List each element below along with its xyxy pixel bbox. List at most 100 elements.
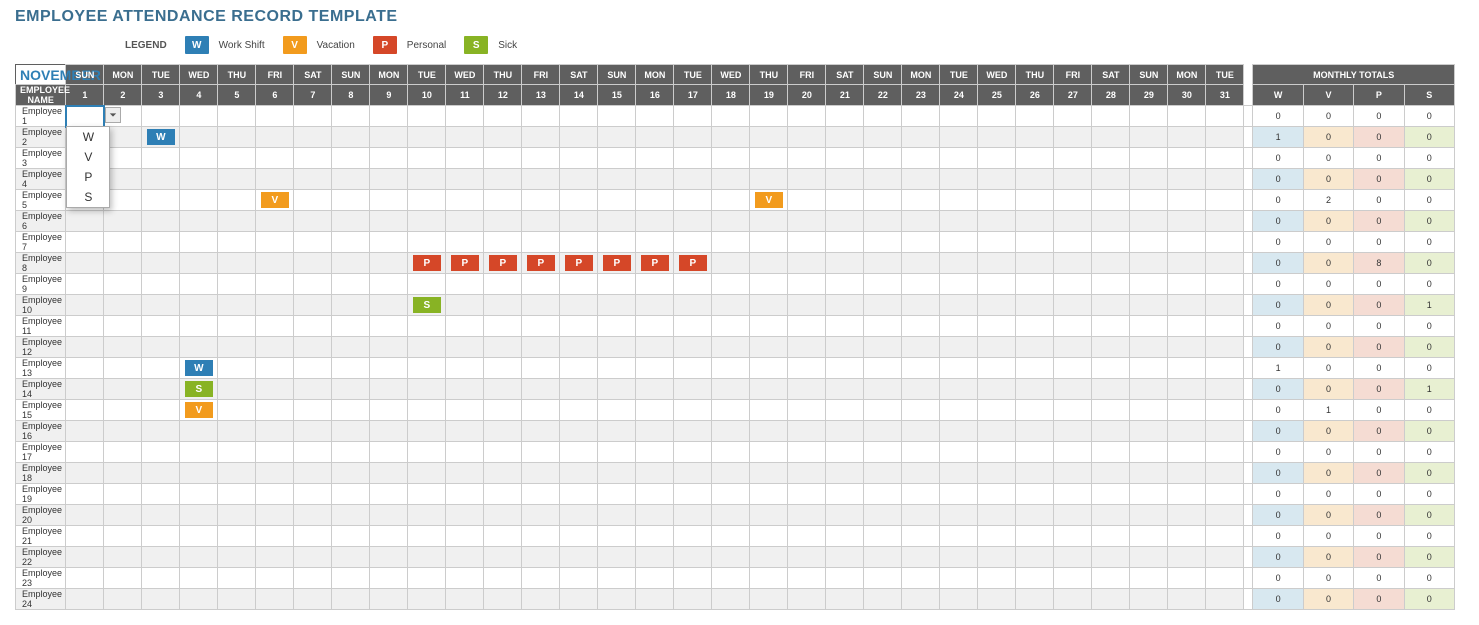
attendance-cell[interactable] bbox=[864, 547, 902, 568]
attendance-cell[interactable]: W bbox=[180, 358, 218, 379]
attendance-cell[interactable] bbox=[446, 463, 484, 484]
attendance-cell[interactable] bbox=[332, 106, 370, 127]
attendance-cell[interactable] bbox=[408, 463, 446, 484]
attendance-cell[interactable] bbox=[180, 106, 218, 127]
attendance-cell[interactable] bbox=[294, 295, 332, 316]
attendance-cell[interactable] bbox=[674, 358, 712, 379]
attendance-cell[interactable] bbox=[294, 337, 332, 358]
attendance-cell[interactable] bbox=[712, 253, 750, 274]
attendance-cell[interactable] bbox=[1054, 547, 1092, 568]
attendance-cell[interactable] bbox=[826, 526, 864, 547]
attendance-cell[interactable] bbox=[636, 568, 674, 589]
attendance-cell[interactable] bbox=[674, 568, 712, 589]
attendance-cell[interactable] bbox=[674, 316, 712, 337]
attendance-cell[interactable] bbox=[408, 421, 446, 442]
attendance-cell[interactable] bbox=[598, 421, 636, 442]
attendance-cell[interactable] bbox=[446, 190, 484, 211]
attendance-cell[interactable] bbox=[294, 148, 332, 169]
attendance-cell[interactable]: V bbox=[256, 190, 294, 211]
attendance-cell[interactable] bbox=[1206, 421, 1244, 442]
attendance-cell[interactable] bbox=[370, 106, 408, 127]
attendance-cell[interactable] bbox=[788, 589, 826, 610]
attendance-cell[interactable] bbox=[484, 106, 522, 127]
attendance-cell[interactable] bbox=[294, 232, 332, 253]
attendance-cell[interactable] bbox=[256, 169, 294, 190]
attendance-cell[interactable] bbox=[902, 274, 940, 295]
attendance-cell[interactable] bbox=[370, 148, 408, 169]
attendance-cell[interactable] bbox=[104, 232, 142, 253]
attendance-cell[interactable] bbox=[66, 442, 104, 463]
attendance-cell[interactable] bbox=[1206, 190, 1244, 211]
attendance-cell[interactable] bbox=[902, 400, 940, 421]
attendance-cell[interactable] bbox=[294, 589, 332, 610]
attendance-cell[interactable] bbox=[1130, 526, 1168, 547]
attendance-cell[interactable] bbox=[940, 106, 978, 127]
attendance-cell[interactable] bbox=[978, 337, 1016, 358]
attendance-cell[interactable] bbox=[1206, 400, 1244, 421]
attendance-cell[interactable] bbox=[826, 400, 864, 421]
attendance-cell[interactable] bbox=[750, 274, 788, 295]
attendance-cell[interactable]: P bbox=[636, 253, 674, 274]
attendance-cell[interactable] bbox=[750, 568, 788, 589]
attendance-cell[interactable] bbox=[674, 232, 712, 253]
attendance-cell[interactable] bbox=[674, 442, 712, 463]
attendance-cell[interactable] bbox=[940, 568, 978, 589]
attendance-cell[interactable] bbox=[636, 211, 674, 232]
attendance-cell[interactable] bbox=[104, 568, 142, 589]
attendance-cell[interactable] bbox=[332, 358, 370, 379]
attendance-cell[interactable] bbox=[978, 295, 1016, 316]
attendance-cell[interactable] bbox=[218, 211, 256, 232]
attendance-cell[interactable] bbox=[142, 316, 180, 337]
attendance-cell[interactable] bbox=[180, 421, 218, 442]
attendance-cell[interactable] bbox=[1016, 295, 1054, 316]
attendance-cell[interactable] bbox=[560, 211, 598, 232]
attendance-cell[interactable] bbox=[864, 463, 902, 484]
attendance-cell[interactable] bbox=[1206, 169, 1244, 190]
attendance-cell[interactable] bbox=[484, 337, 522, 358]
attendance-cell[interactable] bbox=[522, 148, 560, 169]
attendance-cell[interactable] bbox=[370, 169, 408, 190]
attendance-cell[interactable] bbox=[598, 316, 636, 337]
attendance-cell[interactable] bbox=[370, 589, 408, 610]
attendance-cell[interactable] bbox=[1054, 358, 1092, 379]
attendance-cell[interactable] bbox=[902, 316, 940, 337]
attendance-cell[interactable] bbox=[1130, 337, 1168, 358]
attendance-cell[interactable] bbox=[218, 421, 256, 442]
attendance-cell[interactable] bbox=[712, 316, 750, 337]
attendance-cell[interactable] bbox=[826, 253, 864, 274]
attendance-cell[interactable] bbox=[294, 211, 332, 232]
dropdown-button[interactable] bbox=[105, 107, 121, 123]
attendance-cell[interactable] bbox=[940, 337, 978, 358]
attendance-cell[interactable] bbox=[522, 274, 560, 295]
attendance-cell[interactable] bbox=[256, 589, 294, 610]
attendance-cell[interactable] bbox=[1092, 127, 1130, 148]
attendance-cell[interactable] bbox=[104, 505, 142, 526]
attendance-cell[interactable] bbox=[788, 484, 826, 505]
attendance-cell[interactable] bbox=[826, 463, 864, 484]
attendance-cell[interactable] bbox=[712, 106, 750, 127]
attendance-cell[interactable] bbox=[978, 148, 1016, 169]
attendance-cell[interactable] bbox=[1092, 274, 1130, 295]
attendance-cell[interactable] bbox=[750, 253, 788, 274]
attendance-cell[interactable] bbox=[1054, 316, 1092, 337]
attendance-cell[interactable] bbox=[788, 358, 826, 379]
attendance-cell[interactable] bbox=[142, 253, 180, 274]
attendance-cell[interactable] bbox=[636, 190, 674, 211]
attendance-cell[interactable] bbox=[484, 316, 522, 337]
attendance-cell[interactable] bbox=[332, 526, 370, 547]
attendance-cell[interactable] bbox=[674, 505, 712, 526]
attendance-cell[interactable] bbox=[294, 274, 332, 295]
attendance-cell[interactable] bbox=[256, 358, 294, 379]
attendance-cell[interactable] bbox=[370, 232, 408, 253]
attendance-cell[interactable] bbox=[560, 148, 598, 169]
attendance-cell[interactable] bbox=[446, 379, 484, 400]
attendance-cell[interactable] bbox=[978, 547, 1016, 568]
attendance-cell[interactable] bbox=[66, 232, 104, 253]
attendance-cell[interactable] bbox=[142, 547, 180, 568]
attendance-cell[interactable] bbox=[750, 337, 788, 358]
attendance-cell[interactable] bbox=[218, 547, 256, 568]
attendance-cell[interactable] bbox=[788, 421, 826, 442]
attendance-cell[interactable] bbox=[674, 526, 712, 547]
attendance-cell[interactable] bbox=[408, 547, 446, 568]
attendance-cell[interactable] bbox=[978, 589, 1016, 610]
